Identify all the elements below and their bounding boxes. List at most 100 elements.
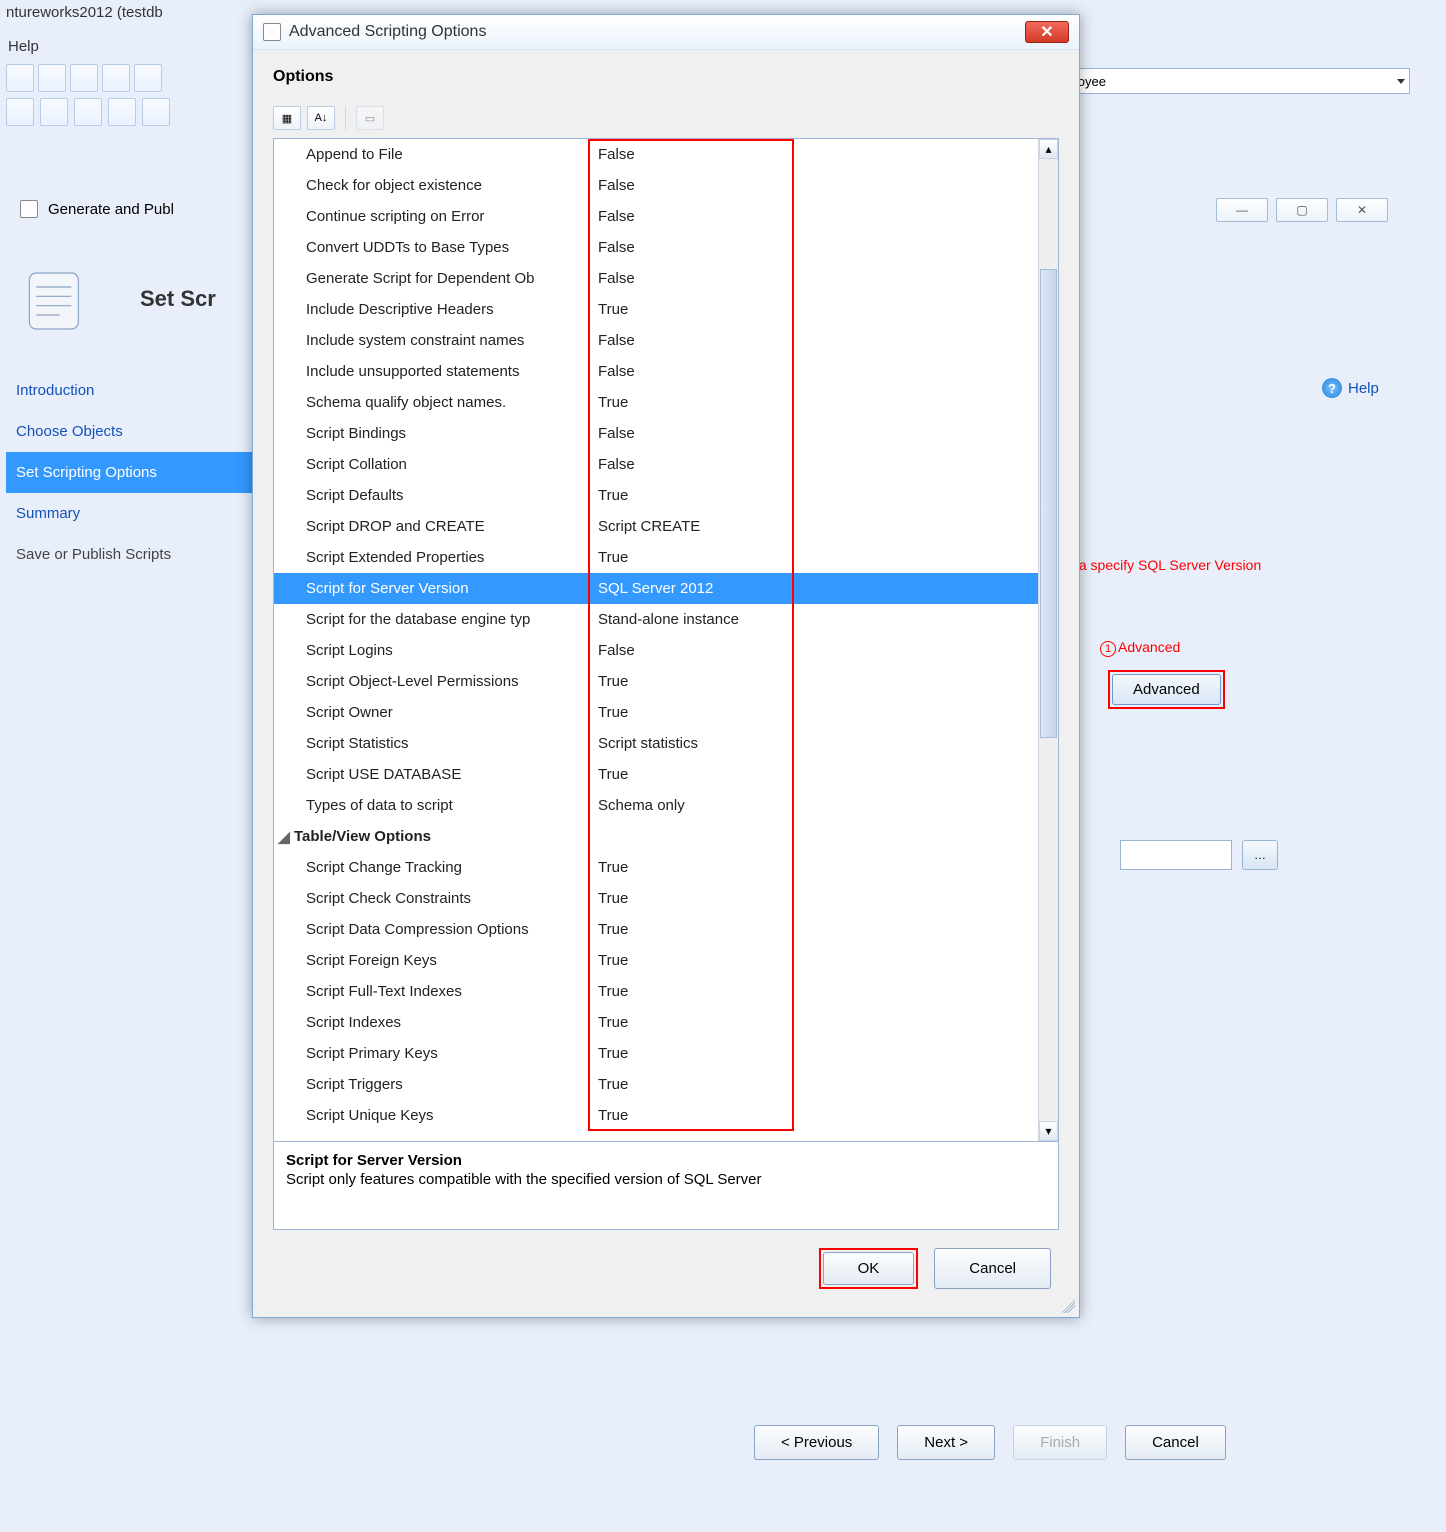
- property-value[interactable]: False: [594, 456, 1038, 473]
- close-button[interactable]: ✕: [1336, 198, 1388, 222]
- property-grid[interactable]: Append to FileFalseCheck for object exis…: [274, 139, 1038, 1141]
- sort-az-button[interactable]: A↓: [307, 106, 335, 130]
- property-value[interactable]: True: [594, 673, 1038, 690]
- advanced-button[interactable]: Advanced: [1112, 674, 1221, 705]
- property-row[interactable]: Script Object-Level PermissionsTrue: [274, 666, 1038, 697]
- next-button[interactable]: Next >: [897, 1425, 995, 1460]
- property-value[interactable]: True: [594, 1014, 1038, 1031]
- browse-button[interactable]: …: [1242, 840, 1278, 870]
- property-value[interactable]: False: [594, 208, 1038, 225]
- property-value[interactable]: True: [594, 549, 1038, 566]
- property-value[interactable]: True: [594, 301, 1038, 318]
- property-value[interactable]: False: [594, 177, 1038, 194]
- help-link[interactable]: ? Help: [1322, 378, 1379, 398]
- property-row[interactable]: Script for the database engine typStand-…: [274, 604, 1038, 635]
- property-value[interactable]: True: [594, 487, 1038, 504]
- property-value[interactable]: False: [594, 270, 1038, 287]
- property-row[interactable]: Script OwnerTrue: [274, 697, 1038, 728]
- property-row[interactable]: Script DefaultsTrue: [274, 480, 1038, 511]
- dialog-close-button[interactable]: ✕: [1025, 21, 1069, 43]
- property-value[interactable]: True: [594, 921, 1038, 938]
- property-row[interactable]: Script BindingsFalse: [274, 418, 1038, 449]
- property-row[interactable]: Script Full-Text IndexesTrue: [274, 976, 1038, 1007]
- property-row[interactable]: Continue scripting on ErrorFalse: [274, 201, 1038, 232]
- scrollbar[interactable]: ▴ ▾: [1038, 139, 1058, 1141]
- property-value[interactable]: False: [594, 642, 1038, 659]
- toolbar-button[interactable]: [6, 64, 34, 92]
- property-value[interactable]: False: [594, 332, 1038, 349]
- sidebar-item[interactable]: Set Scripting Options: [6, 452, 266, 493]
- toolbar-button[interactable]: [74, 98, 102, 126]
- property-row[interactable]: Script Primary KeysTrue: [274, 1038, 1038, 1069]
- property-row[interactable]: Script Unique KeysTrue: [274, 1100, 1038, 1131]
- toolbar-button[interactable]: [102, 64, 130, 92]
- sidebar-item[interactable]: Choose Objects: [6, 411, 266, 452]
- property-value[interactable]: True: [594, 704, 1038, 721]
- property-value[interactable]: True: [594, 952, 1038, 969]
- property-value[interactable]: SQL Server 2012: [594, 580, 1038, 597]
- property-row[interactable]: Schema qualify object names.True: [274, 387, 1038, 418]
- property-row[interactable]: Script Change TrackingTrue: [274, 852, 1038, 883]
- sidebar-item[interactable]: Summary: [6, 493, 266, 534]
- property-row[interactable]: Script IndexesTrue: [274, 1007, 1038, 1038]
- scroll-down-icon[interactable]: ▾: [1039, 1121, 1058, 1141]
- property-row[interactable]: Check for object existenceFalse: [274, 170, 1038, 201]
- previous-button[interactable]: < Previous: [754, 1425, 879, 1460]
- property-row[interactable]: Script StatisticsScript statistics: [274, 728, 1038, 759]
- property-value[interactable]: False: [594, 425, 1038, 442]
- property-value[interactable]: False: [594, 239, 1038, 256]
- property-value[interactable]: True: [594, 1045, 1038, 1062]
- file-path-input[interactable]: [1120, 840, 1232, 870]
- property-row[interactable]: Include Descriptive HeadersTrue: [274, 294, 1038, 325]
- property-row[interactable]: Script LoginsFalse: [274, 635, 1038, 666]
- scroll-up-icon[interactable]: ▴: [1039, 139, 1058, 159]
- categorize-button[interactable]: ▦: [273, 106, 301, 130]
- property-row[interactable]: Script for Server VersionSQL Server 2012: [274, 573, 1038, 604]
- toolbar-button[interactable]: [70, 64, 98, 92]
- property-row[interactable]: Script DROP and CREATEScript CREATE: [274, 511, 1038, 542]
- menu-help[interactable]: Help: [8, 38, 39, 55]
- property-value[interactable]: True: [594, 1076, 1038, 1093]
- property-row[interactable]: Script Extended PropertiesTrue: [274, 542, 1038, 573]
- property-row[interactable]: Script CollationFalse: [274, 449, 1038, 480]
- property-group[interactable]: ◢Table/View Options: [274, 821, 1038, 852]
- maximize-button[interactable]: ▢: [1276, 198, 1328, 222]
- property-label: Include system constraint names: [294, 332, 594, 349]
- property-value[interactable]: True: [594, 766, 1038, 783]
- property-value[interactable]: False: [594, 146, 1038, 163]
- property-row[interactable]: Convert UDDTs to Base TypesFalse: [274, 232, 1038, 263]
- property-value[interactable]: Stand-alone instance: [594, 611, 1038, 628]
- dialog-cancel-button[interactable]: Cancel: [934, 1248, 1051, 1289]
- property-row[interactable]: Generate Script for Dependent ObFalse: [274, 263, 1038, 294]
- property-row[interactable]: Script Data Compression OptionsTrue: [274, 914, 1038, 945]
- property-value[interactable]: True: [594, 859, 1038, 876]
- property-row[interactable]: Types of data to scriptSchema only: [274, 790, 1038, 821]
- property-row[interactable]: Include system constraint namesFalse: [274, 325, 1038, 356]
- toolbar-button[interactable]: [108, 98, 136, 126]
- toolbar-button[interactable]: [38, 64, 66, 92]
- property-value[interactable]: True: [594, 394, 1038, 411]
- property-value[interactable]: Script CREATE: [594, 518, 1038, 535]
- property-row[interactable]: Include unsupported statementsFalse: [274, 356, 1038, 387]
- property-row[interactable]: Script TriggersTrue: [274, 1069, 1038, 1100]
- property-row[interactable]: Script Check ConstraintsTrue: [274, 883, 1038, 914]
- property-row[interactable]: Script Foreign KeysTrue: [274, 945, 1038, 976]
- property-value[interactable]: False: [594, 363, 1038, 380]
- toolbar-button[interactable]: [6, 98, 34, 126]
- property-value[interactable]: Schema only: [594, 797, 1038, 814]
- ok-button[interactable]: OK: [823, 1252, 915, 1285]
- property-value[interactable]: True: [594, 1107, 1038, 1124]
- sidebar-item[interactable]: Introduction: [6, 370, 266, 411]
- property-row[interactable]: Append to FileFalse: [274, 139, 1038, 170]
- resize-grip[interactable]: [1061, 1299, 1075, 1313]
- property-row[interactable]: Script USE DATABASETrue: [274, 759, 1038, 790]
- toolbar-button[interactable]: [134, 64, 162, 92]
- toolbar-button[interactable]: [142, 98, 170, 126]
- minimize-button[interactable]: —: [1216, 198, 1268, 222]
- property-value[interactable]: Script statistics: [594, 735, 1038, 752]
- property-value[interactable]: True: [594, 890, 1038, 907]
- scroll-thumb[interactable]: [1040, 269, 1057, 738]
- property-value[interactable]: True: [594, 983, 1038, 1000]
- cancel-button[interactable]: Cancel: [1125, 1425, 1226, 1460]
- toolbar-button[interactable]: [40, 98, 68, 126]
